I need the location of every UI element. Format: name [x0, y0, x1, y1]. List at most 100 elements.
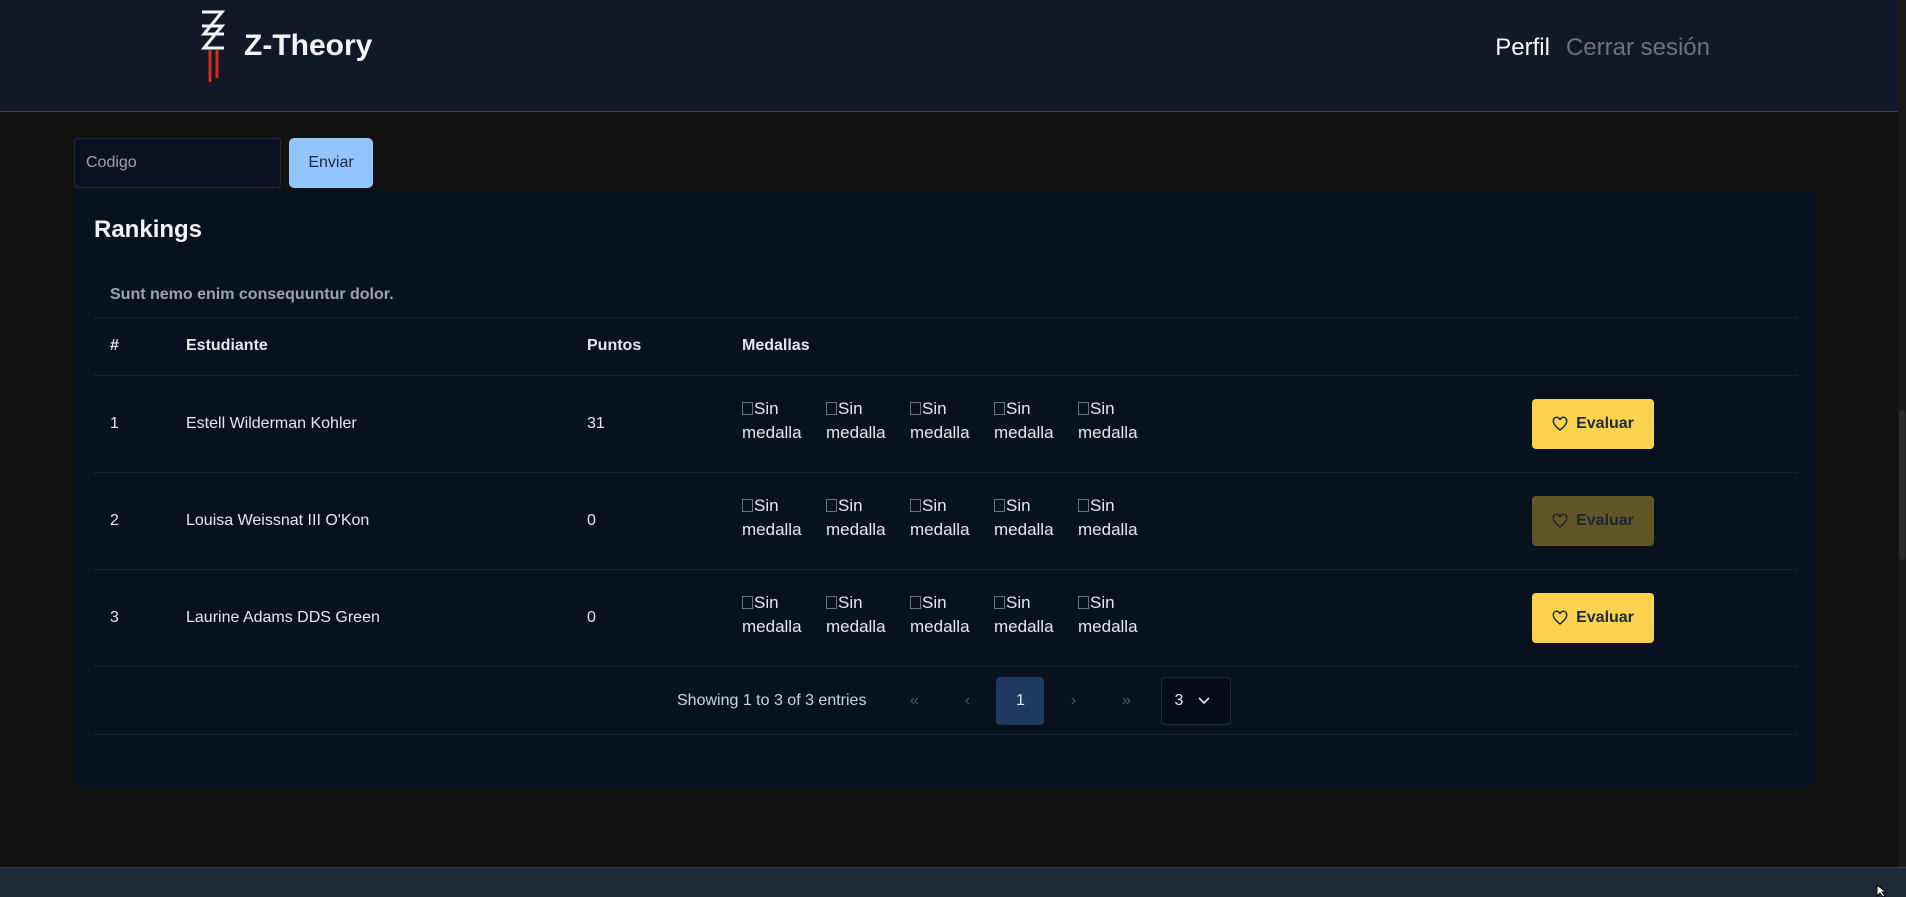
pagination-first-button[interactable]: «	[890, 677, 938, 725]
evaluate-button[interactable]: Evaluar	[1532, 592, 1654, 643]
medals-list: Sin medalla Sin medalla Sin medalla Sin medalla…	[742, 591, 1516, 639]
pagination: Showing 1 to 3 of 3 entries « ‹ 1 › » 3	[677, 676, 1232, 725]
broken-image-icon	[826, 595, 837, 609]
medal-image: Sin medalla	[910, 591, 970, 639]
rankings-table-wrap: Sunt nemo enim consequuntur dolor. # Est…	[94, 272, 1798, 735]
z-theory-logo-icon	[200, 10, 226, 82]
evaluate-button[interactable]: Evaluar	[1532, 398, 1654, 449]
medal-alt-text-1: Sin	[922, 495, 947, 515]
broken-image-icon	[742, 401, 753, 415]
nav-logout-link[interactable]: Cerrar sesión	[1566, 34, 1710, 62]
evaluate-button[interactable]: Evaluar	[1532, 495, 1654, 546]
column-header-actions	[1516, 318, 1798, 376]
broken-image-icon	[994, 595, 1005, 609]
table-header-row: # Estudiante Puntos Medallas	[94, 318, 1798, 376]
cell-medals: Sin medalla Sin medalla Sin medalla Sin medalla…	[726, 472, 1516, 570]
code-input[interactable]	[74, 138, 281, 188]
heart-icon	[1552, 416, 1568, 431]
cell-points: 0	[571, 472, 726, 570]
pagination-info: Showing 1 to 3 of 3 entries	[677, 691, 867, 709]
medal-image: Sin medalla	[826, 397, 886, 445]
cell-student: Laurine Adams DDS Green	[170, 569, 571, 667]
medal-alt-text-2: medalla	[826, 422, 886, 442]
broken-image-icon	[910, 401, 921, 415]
column-header-rank: #	[94, 318, 170, 376]
cell-rank: 1	[94, 375, 170, 473]
table-row: 3 Laurine Adams DDS Green 0 Sin medalla Sin me…	[94, 569, 1798, 667]
cell-actions: Evaluar	[1516, 569, 1798, 667]
medal-image: Sin medalla	[994, 591, 1054, 639]
medal-alt-text-2: medalla	[1078, 422, 1138, 442]
broken-image-icon	[1078, 595, 1089, 609]
medal-image: Sin medalla	[910, 397, 970, 445]
medal-alt-text-1: Sin	[1006, 495, 1031, 515]
medal-image: Sin medalla	[826, 494, 886, 542]
broken-image-icon	[910, 595, 921, 609]
medal-alt-text-2: medalla	[1078, 616, 1138, 636]
medal-alt-text-1: Sin	[754, 495, 779, 515]
pagination-next-button[interactable]: ›	[1049, 677, 1097, 725]
pagination-row: Showing 1 to 3 of 3 entries « ‹ 1 › » 3	[94, 667, 1798, 735]
cell-actions: Evaluar	[1516, 375, 1798, 473]
medal-alt-text-1: Sin	[838, 592, 863, 612]
medal-alt-text-1: Sin	[1090, 495, 1115, 515]
medal-image: Sin medalla	[742, 397, 802, 445]
medal-alt-text-1: Sin	[922, 592, 947, 612]
broken-image-icon	[994, 498, 1005, 512]
evaluate-label: Evaluar	[1576, 414, 1634, 432]
medal-alt-text-2: medalla	[910, 616, 970, 636]
evaluate-label: Evaluar	[1576, 511, 1634, 529]
footer	[0, 867, 1906, 897]
broken-image-icon	[1078, 498, 1089, 512]
broken-image-icon	[826, 401, 837, 415]
cell-medals: Sin medalla Sin medalla Sin medalla Sin medalla…	[726, 569, 1516, 667]
medal-alt-text-1: Sin	[754, 592, 779, 612]
medal-alt-text-1: Sin	[1090, 592, 1115, 612]
nav-profile-link[interactable]: Perfil	[1495, 34, 1550, 62]
cell-student: Estell Wilderman Kohler	[170, 375, 571, 473]
column-header-points: Puntos	[571, 318, 726, 376]
broken-image-icon	[994, 401, 1005, 415]
brand-name: Z-Theory	[244, 29, 373, 62]
medal-alt-text-1: Sin	[838, 398, 863, 418]
broken-image-icon	[826, 498, 837, 512]
medal-alt-text-1: Sin	[922, 398, 947, 418]
top-nav: Perfil Cerrar sesión	[1495, 34, 1710, 62]
medal-image: Sin medalla	[1078, 494, 1138, 542]
rankings-table: # Estudiante Puntos Medallas 1 Estell Wil…	[94, 318, 1798, 667]
cell-medals: Sin medalla Sin medalla Sin medalla Sin medalla…	[726, 375, 1516, 473]
medal-alt-text-1: Sin	[838, 495, 863, 515]
rankings-card: Rankings Sunt nemo enim consequuntur dol…	[74, 190, 1816, 786]
medal-image: Sin medalla	[826, 591, 886, 639]
table-row: 1 Estell Wilderman Kohler 31 Sin medalla Sin m…	[94, 375, 1798, 473]
page: Z-Theory Perfil Cerrar sesión Enviar Ran…	[0, 0, 1906, 897]
scrollbar-thumb[interactable]	[1899, 410, 1905, 560]
medal-alt-text-2: medalla	[1078, 519, 1138, 539]
brand[interactable]: Z-Theory	[196, 8, 372, 84]
column-header-medals: Medallas	[726, 318, 1516, 376]
pagination-page-button[interactable]: 1	[996, 676, 1045, 725]
medal-alt-text-2: medalla	[826, 519, 886, 539]
page-size-value: 3	[1174, 691, 1184, 709]
medal-image: Sin medalla	[994, 397, 1054, 445]
medal-alt-text-2: medalla	[826, 616, 886, 636]
send-button[interactable]: Enviar	[289, 138, 373, 188]
rankings-title: Rankings	[94, 216, 203, 243]
medal-alt-text-2: medalla	[742, 422, 802, 442]
cell-rank: 2	[94, 472, 170, 570]
medal-alt-text-2: medalla	[994, 422, 1054, 442]
medal-alt-text-1: Sin	[754, 398, 779, 418]
pagination-last-button[interactable]: »	[1102, 677, 1150, 725]
page-size-select[interactable]: 3	[1161, 676, 1232, 725]
medal-alt-text-2: medalla	[994, 519, 1054, 539]
medal-alt-text-2: medalla	[742, 519, 802, 539]
column-header-student: Estudiante	[170, 318, 571, 376]
pagination-prev-button[interactable]: ‹	[943, 677, 991, 725]
medal-image: Sin medalla	[742, 494, 802, 542]
medal-alt-text-2: medalla	[742, 616, 802, 636]
medals-list: Sin medalla Sin medalla Sin medalla Sin medalla…	[742, 397, 1516, 445]
broken-image-icon	[910, 498, 921, 512]
broken-image-icon	[742, 498, 753, 512]
vertical-scrollbar[interactable]	[1898, 0, 1906, 867]
cell-rank: 3	[94, 569, 170, 667]
